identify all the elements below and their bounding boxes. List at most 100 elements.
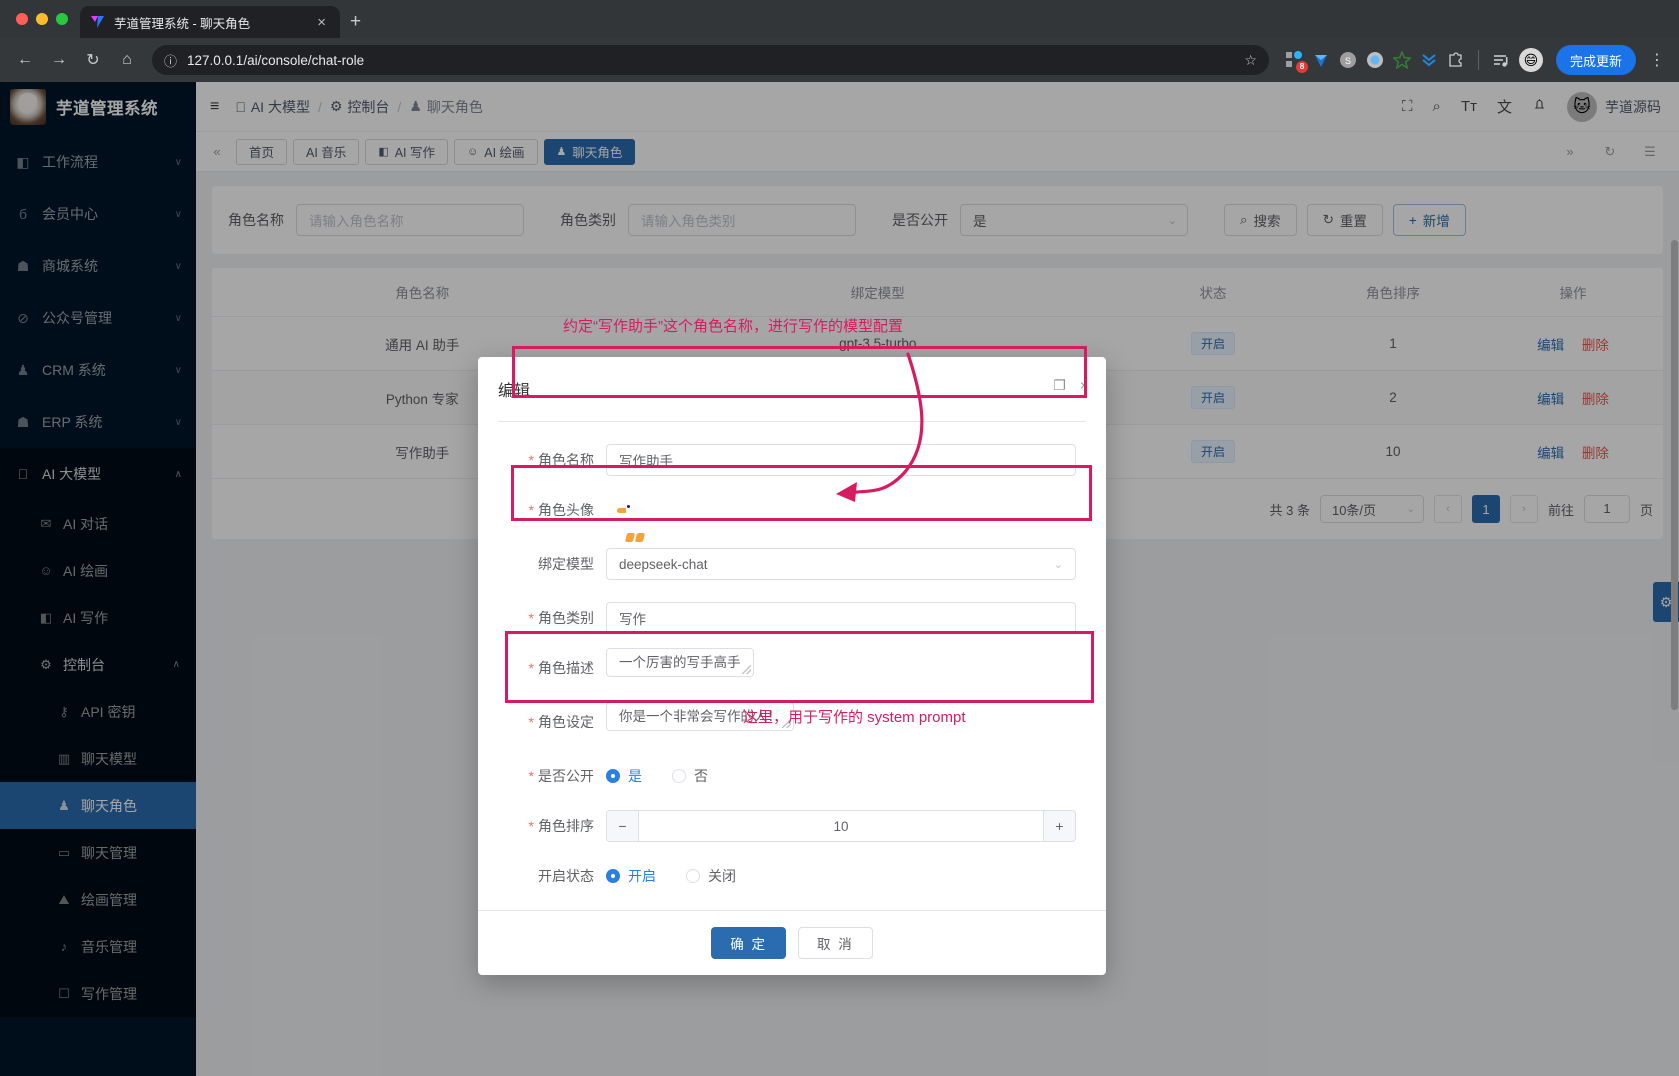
extension-download-icon[interactable] — [1420, 51, 1438, 69]
page-viewport: 芋道管理系统 ◧ 工作流程 ∨ б 会员中心 ∨ ☗ 商城系统 ∨ — [0, 82, 1679, 1076]
extension-circle-gray-icon[interactable]: S — [1339, 51, 1357, 69]
stepper-plus-button[interactable]: + — [1043, 811, 1075, 841]
close-tab-icon[interactable]: × — [313, 13, 330, 32]
field-control: 你是一个非常会写作的人！ — [606, 706, 1076, 728]
home-icon[interactable]: ⌂ — [112, 45, 142, 75]
field-label: *角色设定 — [508, 706, 606, 738]
field-is-public: *是否公开 是 否 — [508, 760, 1076, 792]
bind-model-value: deepseek-chat — [619, 557, 708, 572]
label-text: 开启状态 — [538, 868, 594, 884]
field-label: *角色排序 — [508, 810, 606, 842]
required-asterisk: * — [529, 714, 534, 730]
browser-menu-icon[interactable]: ⋮ — [1645, 50, 1669, 70]
radio-dot — [606, 769, 620, 783]
chrome-profile-avatar[interactable]: 😄 — [1519, 48, 1543, 72]
maximize-window-button[interactable] — [56, 13, 68, 25]
close-window-button[interactable] — [16, 13, 28, 25]
field-role-sort: *角色排序 − 10 + — [508, 810, 1076, 842]
label-text: 角色头像 — [538, 502, 594, 518]
dialog-header: 编辑 ❐ × — [478, 357, 1106, 422]
extension-badge-count: 8 — [1296, 61, 1308, 73]
role-description-textarea[interactable]: 一个厉害的写手高手 — [606, 648, 754, 677]
radio-dot — [672, 769, 686, 783]
field-label: *是否公开 — [508, 760, 606, 792]
required-asterisk: * — [529, 610, 534, 626]
toolbar-divider — [1478, 50, 1479, 70]
bind-model-select[interactable]: deepseek-chat ⌄ — [606, 548, 1076, 580]
forward-icon[interactable]: → — [44, 45, 74, 75]
field-control: 一个厉害的写手高手 — [606, 652, 1076, 674]
field-role-name: *角色名称 写作助手 — [508, 444, 1076, 476]
site-info-icon[interactable]: ⓘ — [164, 51, 177, 70]
dialog-body: *角色名称 写作助手 *角色头像 — [478, 422, 1106, 910]
browser-window: 芋道管理系统 - 聊天角色 × + ← → ↻ ⌂ ⓘ 127.0.0.1/ai… — [0, 0, 1679, 1076]
close-icon[interactable]: × — [1080, 377, 1088, 394]
field-control: deepseek-chat ⌄ — [606, 548, 1076, 580]
finish-update-button[interactable]: 完成更新 — [1556, 45, 1636, 75]
status-radio-on[interactable]: 开启 — [606, 866, 656, 886]
label-text: 是否公开 — [538, 768, 594, 784]
minimize-window-button[interactable] — [36, 13, 48, 25]
browser-tabstrip: 芋道管理系统 - 聊天角色 × + — [0, 0, 1679, 38]
field-label: *角色名称 — [508, 444, 606, 476]
required-asterisk: * — [529, 768, 534, 784]
required-asterisk: * — [529, 502, 534, 518]
required-asterisk: * — [529, 660, 534, 676]
browser-tab-title: 芋道管理系统 - 聊天角色 — [114, 13, 305, 32]
field-control: 是 否 — [606, 760, 1076, 792]
extension-circle-blue-icon[interactable] — [1366, 51, 1384, 69]
field-control: 写作 — [606, 602, 1076, 634]
field-label: *角色描述 — [508, 652, 606, 684]
radio-label: 否 — [694, 766, 708, 786]
back-icon[interactable]: ← — [10, 45, 40, 75]
required-asterisk: * — [529, 818, 534, 834]
radio-dot — [606, 869, 620, 883]
radio-label: 开启 — [628, 866, 656, 886]
chevron-down-icon: ⌄ — [1054, 558, 1063, 571]
maximize-icon[interactable]: ❐ — [1053, 377, 1066, 394]
public-radio-no[interactable]: 否 — [672, 766, 708, 786]
field-label: 绑定模型 — [508, 548, 606, 580]
required-asterisk: * — [529, 452, 534, 468]
status-radio-off[interactable]: 关闭 — [686, 866, 736, 886]
role-name-input[interactable]: 写作助手 — [606, 444, 1076, 476]
role-sort-stepper[interactable]: − 10 + — [606, 810, 1076, 842]
public-radio-yes[interactable]: 是 — [606, 766, 642, 786]
label-text: 角色设定 — [538, 714, 594, 730]
edit-role-dialog: 编辑 ❐ × *角色名称 写作助手 *角色头像 — [478, 357, 1106, 975]
browser-tab[interactable]: 芋道管理系统 - 聊天角色 × — [80, 6, 340, 38]
label-text: 绑定模型 — [538, 556, 594, 572]
window-controls[interactable] — [12, 0, 80, 38]
extension-diamond-icon[interactable] — [1312, 51, 1330, 69]
address-bar[interactable]: ⓘ 127.0.0.1/ai/console/chat-role ☆ — [152, 45, 1269, 75]
extension-star-green-icon[interactable] — [1393, 51, 1411, 69]
stepper-value[interactable]: 10 — [639, 811, 1043, 841]
field-role-avatar: *角色头像 — [508, 494, 1076, 526]
label-text: 角色描述 — [538, 660, 594, 676]
role-category-input[interactable]: 写作 — [606, 602, 1076, 634]
bookmark-star-icon[interactable]: ☆ — [1244, 52, 1257, 69]
field-role-category: *角色类别 写作 — [508, 602, 1076, 634]
extension-grid-icon[interactable]: 8 — [1285, 51, 1303, 69]
radio-dot — [686, 869, 700, 883]
confirm-button[interactable]: 确 定 — [711, 927, 786, 959]
stepper-minus-button[interactable]: − — [607, 811, 639, 841]
label-text: 角色名称 — [538, 452, 594, 468]
field-label: *角色类别 — [508, 602, 606, 634]
site-favicon-icon — [90, 14, 106, 30]
cancel-button[interactable]: 取 消 — [798, 927, 873, 959]
status-radio-group: 开启 关闭 — [606, 860, 1076, 892]
field-control: − 10 + — [606, 810, 1076, 842]
address-bar-url: 127.0.0.1/ai/console/chat-role — [187, 53, 364, 68]
public-radio-group: 是 否 — [606, 760, 1076, 792]
dialog-footer: 确 定 取 消 — [478, 910, 1106, 975]
radio-label: 关闭 — [708, 866, 736, 886]
label-text: 角色类别 — [538, 610, 594, 626]
puzzle-extensions-icon[interactable] — [1447, 51, 1465, 69]
extensions-row: 8 S — [1279, 45, 1669, 75]
role-setting-textarea[interactable]: 你是一个非常会写作的人！ — [606, 702, 794, 731]
new-tab-button[interactable]: + — [350, 11, 361, 33]
field-control: 开启 关闭 — [606, 860, 1076, 892]
media-playlist-icon[interactable] — [1492, 51, 1510, 69]
reload-icon[interactable]: ↻ — [78, 45, 108, 75]
